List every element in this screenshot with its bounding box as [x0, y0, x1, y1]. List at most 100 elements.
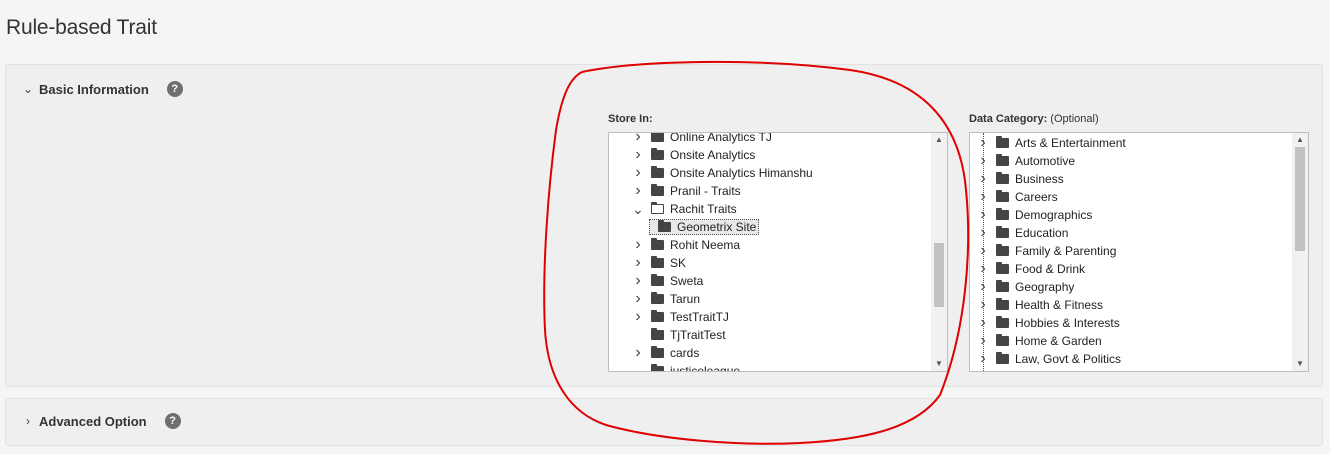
- store-tree-item[interactable]: › cards: [631, 344, 699, 362]
- category-tree-item[interactable]: › Careers: [976, 188, 1058, 206]
- category-tree-item[interactable]: › Education: [976, 224, 1068, 242]
- folder-icon: [996, 172, 1009, 184]
- store-tree-item[interactable]: › TestTraitTJ: [631, 308, 729, 326]
- store-tree-item-content: cards: [645, 346, 699, 360]
- chevron-right-icon[interactable]: ›: [631, 272, 645, 290]
- store-tree-item[interactable]: › Pranil - Traits: [631, 182, 741, 200]
- store-tree-item-label: TestTraitTJ: [670, 310, 729, 324]
- folder-icon: [651, 328, 664, 340]
- basic-information-label: Basic Information: [39, 81, 149, 97]
- store-tree-item-content: Onsite Analytics Himanshu: [645, 166, 813, 180]
- chevron-right-icon[interactable]: ›: [631, 290, 645, 308]
- advanced-option-panel: › Advanced Option ?: [5, 398, 1323, 446]
- folder-icon: [996, 334, 1009, 346]
- store-tree-item-content: Pranil - Traits: [645, 184, 741, 198]
- data-category-scroll-thumb[interactable]: [1295, 147, 1305, 251]
- scroll-down-icon[interactable]: ▼: [1292, 357, 1308, 371]
- store-tree-item-label: Rachit Traits: [670, 202, 737, 216]
- folder-icon: [651, 133, 664, 142]
- store-tree-item[interactable]: justiceleague: [631, 362, 740, 371]
- folder-icon: [651, 292, 664, 304]
- category-tree-item-label: Careers: [1015, 190, 1058, 204]
- store-tree-item[interactable]: › Onsite Analytics: [631, 146, 755, 164]
- chevron-right-icon[interactable]: ›: [631, 344, 645, 362]
- category-tree-item[interactable]: › Law, Govt & Politics: [976, 350, 1121, 368]
- scroll-down-icon[interactable]: ▼: [931, 357, 947, 371]
- folder-icon: [996, 316, 1009, 328]
- store-tree-item-label: Geometrix Site: [677, 220, 757, 234]
- scroll-up-icon[interactable]: ▲: [931, 133, 947, 147]
- category-tree-item-label: Health & Fitness: [1015, 298, 1104, 312]
- store-tree-item-label: Pranil - Traits: [670, 184, 741, 198]
- folder-icon: [651, 310, 664, 322]
- store-tree-item-label: SK: [670, 256, 687, 270]
- category-tree-item[interactable]: › Arts & Entertainment: [976, 134, 1126, 152]
- chevron-right-icon[interactable]: ›: [631, 182, 645, 200]
- store-tree-item-content: justiceleague: [645, 364, 740, 371]
- chevron-right-icon[interactable]: ›: [631, 236, 645, 254]
- chevron-right-icon[interactable]: ›: [631, 164, 645, 182]
- folder-icon: [658, 220, 671, 232]
- folder-icon: [651, 148, 664, 160]
- category-tree-item[interactable]: › Health & Fitness: [976, 296, 1103, 314]
- help-icon[interactable]: ?: [166, 81, 183, 97]
- category-tree-item[interactable]: › Family & Parenting: [976, 242, 1116, 260]
- store-tree-item-label: Online Analytics TJ: [670, 132, 772, 144]
- folder-icon: [651, 238, 664, 250]
- scroll-up-icon[interactable]: ▲: [1292, 133, 1308, 147]
- category-tree-item-label: Business: [1015, 172, 1064, 186]
- category-tree-item-label: Law, Govt & Politics: [1015, 352, 1122, 366]
- help-icon[interactable]: ?: [164, 413, 181, 429]
- category-tree-item-label: Food & Drink: [1015, 262, 1086, 276]
- store-tree-item-content: Online Analytics TJ: [645, 132, 772, 144]
- store-tree-item[interactable]: › Tarun: [631, 290, 700, 308]
- category-tree-item-label: Family & Parenting: [1015, 244, 1117, 258]
- store-tree-item[interactable]: TjTraitTest: [631, 326, 726, 344]
- store-tree-item[interactable]: › Rohit Neema: [631, 236, 740, 254]
- store-tree-item-content: Rachit Traits: [645, 202, 737, 216]
- basic-information-toggle[interactable]: ⌄ Basic Information ?: [23, 81, 183, 97]
- chevron-down-icon[interactable]: ⌄: [631, 201, 645, 218]
- category-tree-item[interactable]: › Food & Drink: [976, 260, 1085, 278]
- data-category-label: Data Category: (Optional): [969, 113, 1099, 125]
- folder-icon: [996, 280, 1009, 292]
- tree-guide-line: [983, 133, 984, 371]
- store-tree-item-label: TjTraitTest: [670, 328, 726, 342]
- category-tree-item-label: Arts & Entertainment: [1015, 136, 1126, 150]
- folder-icon: [651, 166, 664, 178]
- store-tree-item-content: TjTraitTest: [645, 328, 726, 342]
- store-tree-item[interactable]: › Sweta: [631, 272, 703, 290]
- category-tree-item-label: Demographics: [1015, 208, 1093, 222]
- folder-icon: [996, 226, 1009, 238]
- store-tree-item[interactable]: ⌄ Rachit Traits: [631, 200, 737, 218]
- category-tree-item-label: Education: [1015, 226, 1069, 240]
- category-tree-item[interactable]: › Business: [976, 170, 1064, 188]
- store-in-scroll-thumb[interactable]: [934, 243, 944, 308]
- category-tree-item[interactable]: › Demographics: [976, 206, 1092, 224]
- category-tree-item-label: Geography: [1015, 280, 1075, 294]
- store-in-label-text: Store In:: [608, 113, 653, 125]
- store-tree-item-label: cards: [670, 346, 700, 360]
- category-tree-item[interactable]: › Automotive: [976, 152, 1075, 170]
- chevron-right-icon: ›: [26, 414, 30, 428]
- store-in-tree[interactable]: justiceleague › cards TjTraitTest › TestTrait…: [608, 132, 948, 372]
- category-tree-item[interactable]: › Home & Garden: [976, 332, 1101, 350]
- chevron-right-icon[interactable]: ›: [631, 133, 645, 146]
- chevron-right-icon[interactable]: ›: [631, 254, 645, 272]
- advanced-option-toggle[interactable]: › Advanced Option ?: [23, 413, 181, 429]
- data-category-scrollbar[interactable]: ▲ ▼: [1292, 133, 1308, 371]
- category-tree-item[interactable]: › Geography: [976, 278, 1074, 296]
- data-category-tree[interactable]: › Law, Govt & Politics › Home & Garden › Hobb…: [969, 132, 1309, 372]
- folder-icon: [651, 346, 664, 358]
- chevron-right-icon[interactable]: ›: [631, 308, 645, 326]
- category-tree-item[interactable]: › Hobbies & Interests: [976, 314, 1119, 332]
- store-tree-item[interactable]: Geometrix Site: [649, 218, 760, 236]
- folder-icon: [996, 262, 1009, 274]
- data-category-label-bold: Data Category:: [969, 113, 1048, 125]
- store-tree-item[interactable]: › Onsite Analytics Himanshu: [631, 164, 813, 182]
- store-in-scrollbar[interactable]: ▲ ▼: [931, 133, 947, 371]
- store-tree-item-label: Sweta: [670, 274, 704, 288]
- chevron-right-icon[interactable]: ›: [631, 146, 645, 164]
- store-tree-item[interactable]: › Online Analytics TJ: [631, 132, 772, 146]
- store-tree-item[interactable]: › SK: [631, 254, 686, 272]
